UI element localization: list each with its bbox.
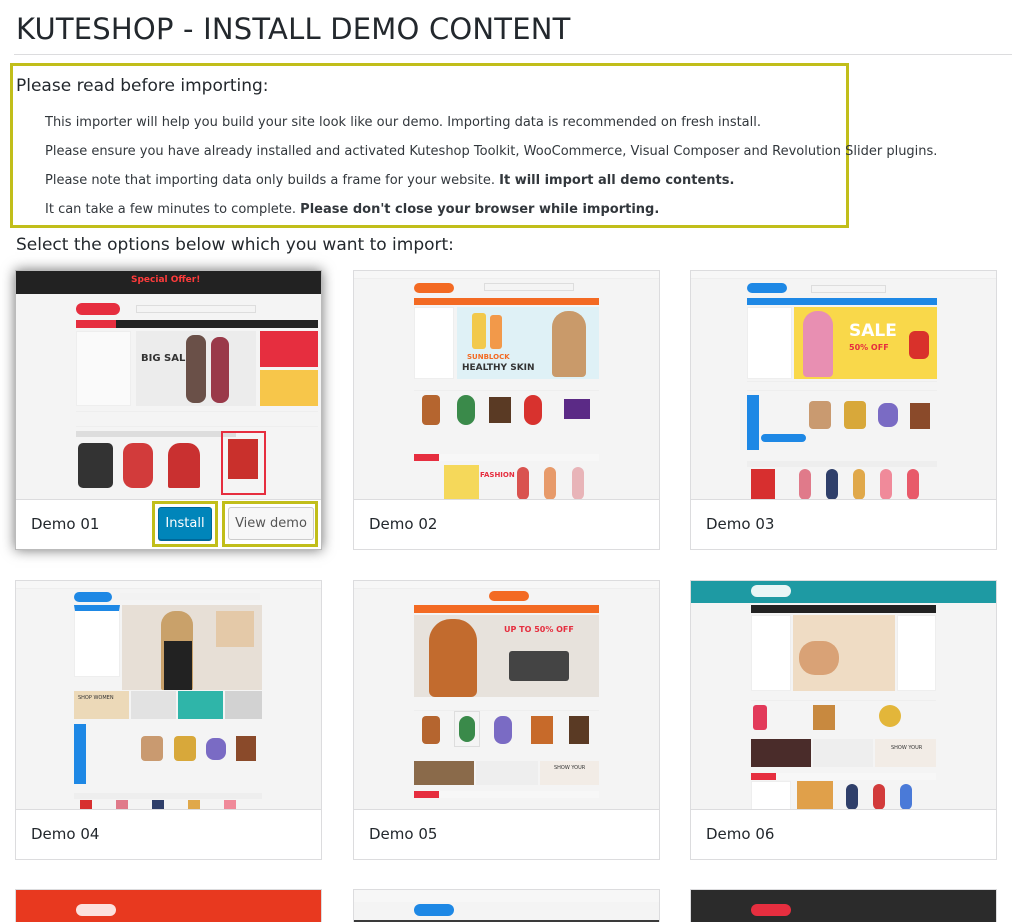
demo-04-logo	[74, 592, 112, 602]
demo-06-thumbnail: SHOW YOUR	[691, 581, 996, 810]
demo-05-logo	[489, 591, 529, 601]
title-divider	[14, 54, 1012, 55]
notice-line-2: Please ensure you have already installed…	[45, 144, 938, 159]
notice-heading: Please read before importing:	[16, 76, 269, 96]
demo-06-logo	[751, 585, 791, 597]
demo-03-banner-subtext: 50% OFF	[849, 343, 889, 352]
demo-01-banner-text: BIG SALE	[141, 353, 193, 364]
demo-01-name: Demo 01	[31, 515, 100, 533]
demo-01-logo	[76, 303, 120, 315]
install-button-highlight: Install	[152, 501, 218, 547]
demo-04-thumbnail: SHOP WOMEN	[16, 581, 321, 810]
demo-03-thumbnail: SALE 50% OFF	[691, 271, 996, 500]
view-demo-button-highlight: View demo	[222, 501, 318, 547]
demo-07-thumbnail	[16, 890, 321, 922]
demo-05-name: Demo 05	[369, 825, 438, 843]
demo-02-thumbnail: SUNBLOCK HEALTHY SKIN FASHION	[354, 271, 659, 500]
demo-01-promo-text: Special Offer!	[131, 275, 201, 285]
demo-02-banner-text: HEALTHY SKIN	[462, 363, 535, 373]
demo-05-thumbnail: UP TO 50% OFF SHOW YOUR	[354, 581, 659, 810]
demo-06-name: Demo 06	[706, 825, 775, 843]
demo-02-name: Demo 02	[369, 515, 438, 533]
demo-01-thumbnail: Special Offer! BIG SALE	[16, 271, 321, 500]
notice-line-3: Please note that importing data only bui…	[45, 173, 735, 188]
install-button[interactable]: Install	[158, 507, 212, 540]
notice-line-4: It can take a few minutes to complete. P…	[45, 202, 660, 217]
demo-card-07[interactable]	[15, 889, 322, 922]
demo-04-block-text: SHOP WOMEN	[78, 695, 114, 701]
demo-05-block-text: SHOW YOUR	[554, 765, 586, 771]
demo-card-02[interactable]: SUNBLOCK HEALTHY SKIN FASHION Demo 02	[353, 270, 660, 550]
demo-06-block-text: SHOW YOUR	[891, 745, 923, 751]
import-notice: Please read before importing: This impor…	[10, 63, 937, 228]
demo-09-thumbnail	[691, 890, 996, 922]
demo-03-logo	[747, 283, 787, 293]
demo-card-04[interactable]: SHOP WOMEN Demo 04	[15, 580, 322, 860]
demo-05-banner-text: UP TO 50% OFF	[504, 625, 574, 634]
demo-04-name: Demo 04	[31, 825, 100, 843]
demo-03-name: Demo 03	[706, 515, 775, 533]
demo-card-01: Special Offer! BIG SALE Demo 01 Install …	[15, 270, 322, 550]
demo-card-05[interactable]: UP TO 50% OFF SHOW YOUR Demo 05	[353, 580, 660, 860]
demo-card-03[interactable]: SALE 50% OFF Demo 03	[690, 270, 997, 550]
demo-card-06[interactable]: SHOW YOUR Demo 06	[690, 580, 997, 860]
demo-card-09[interactable]	[690, 889, 997, 922]
page-title: KUTESHOP - INSTALL DEMO CONTENT	[16, 12, 571, 46]
demo-02-section-text: FASHION	[480, 471, 515, 479]
demo-08-thumbnail	[354, 890, 659, 922]
view-demo-button[interactable]: View demo	[228, 507, 314, 540]
demo-02-logo	[414, 283, 454, 293]
demo-03-banner-text: SALE	[849, 321, 897, 341]
select-options-heading: Select the options below which you want …	[16, 235, 454, 255]
notice-line-1: This importer will help you build your s…	[45, 115, 762, 130]
demo-02-tag: SUNBLOCK	[467, 353, 510, 361]
demo-card-08[interactable]	[353, 889, 660, 922]
